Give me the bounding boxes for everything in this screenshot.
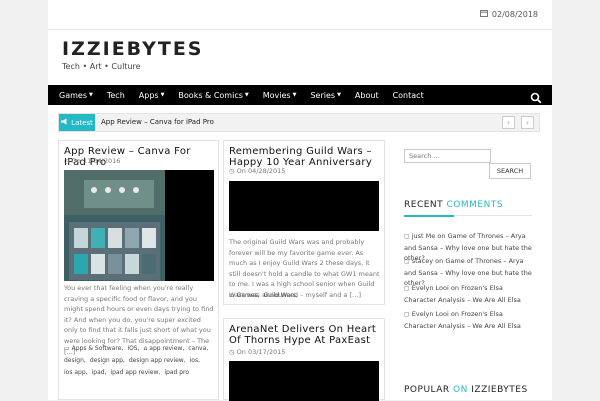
post-thumbnail[interactable] [229,181,379,231]
tag-link[interactable]: design, [64,356,86,365]
tag-link[interactable]: Guild Wars, [264,291,298,300]
post-thumbnail[interactable] [229,361,379,401]
ticker-prev-button[interactable]: ‹ [502,116,515,129]
post-card: App Review – Canva For IPad Pro ◷ On 11/0… [58,140,219,400]
nav-item-movies[interactable]: Movies ▼ [256,85,304,105]
widget-divider [404,215,532,217]
megaphone-icon [61,118,68,127]
post-date: ◷ On 03/17/2015 [229,348,286,356]
comment-item: ▢ Evelyn Looi on Frozen's Elsa Character… [404,284,521,304]
folder-icon: ▭ [64,345,70,352]
tag-link[interactable]: IOS, [127,344,139,353]
tag-link[interactable]: ⌂ app review, [144,344,185,353]
search-input[interactable] [404,149,491,163]
clock-icon: ◷ [64,157,70,165]
nav-item-contact[interactable]: Contact [386,85,431,105]
post-thumbnail[interactable] [64,170,214,281]
recent-comments-title: RECENT COMMENTS [404,200,504,210]
clock-icon: ◷ [229,167,235,175]
post-meta: ▭ Apps & Software, IOS, ⌂ app review, ca… [64,344,216,377]
chevron-down-icon: ▼ [160,92,165,98]
comment-icon: ▢ [404,258,410,265]
comment-icon: ▢ [404,233,410,240]
chevron-down-icon: ▼ [244,92,249,98]
post-card: ArenaNet Delivers On Heart Of Thorns Hyp… [223,318,385,401]
nav-item-games[interactable]: Games ▼ [48,85,100,105]
category-link[interactable]: ▭ Apps & Software, [64,344,123,353]
main-nav: Games ▼ Tech Apps ▼ Books & Comics ▼ Movies… [48,85,552,105]
post-date: ◷ On 04/28/2015 [229,167,286,175]
tag-link[interactable]: canva, [188,344,208,353]
site-tagline: Tech • Art • Culture [62,62,141,71]
tag-link[interactable]: design app, [90,356,125,365]
comment-icon: ▢ [404,285,410,292]
comment-item: ▢ Evelyn Looi on Frozen's Elsa Character… [404,310,521,330]
chevron-down-icon: ▼ [292,92,297,98]
nav-item-about[interactable]: About [348,85,386,105]
post-date: ◷ On 11/04/2016 [64,157,121,165]
nav-item-books-comics[interactable]: Books & Comics ▼ [171,85,255,105]
nav-item-series[interactable]: Series ▼ [303,85,347,105]
post-title[interactable]: ArenaNet Delivers On Heart Of Thorns Hyp… [229,324,383,346]
post-title[interactable]: Remembering Guild Wars – Happy 10 Year A… [229,146,383,168]
latest-badge: Latest [59,114,95,131]
nav-item-tech[interactable]: Tech [100,85,132,105]
ticker-next-button[interactable]: › [521,116,534,129]
search-icon[interactable] [530,89,542,104]
category-link[interactable]: ▭ Games, [229,291,260,300]
date-text: 02/08/2018 [491,9,538,19]
search-button[interactable]: SEARCH [489,163,531,179]
post-card: Remembering Guild Wars – Happy 10 Year A… [223,140,385,305]
header-date: 02/08/2018 [479,9,538,19]
tag-link[interactable]: ipad pro [164,368,189,377]
tag-link[interactable]: ipad app review, [110,368,160,377]
chevron-down-icon: ▼ [337,92,341,98]
clock-icon: ◷ [229,348,235,356]
popular-title: POPULAR ON IZZIEBYTES [404,385,528,395]
page: 02/08/2018 IZZIEBYTES Tech • Art • Cultu… [48,0,552,401]
ticker-headline[interactable]: App Review – Canva for iPad Pro [101,118,214,126]
tag-link[interactable]: ios app, [64,368,88,377]
latest-ticker: Latest App Review – Canva for iPad Pro ‹… [58,113,540,132]
comment-icon: ▢ [404,311,410,318]
top-bar: 02/08/2018 [48,0,552,30]
folder-icon: ▭ [229,292,235,299]
tag-link[interactable]: design app review, [129,356,186,365]
nav-item-apps[interactable]: Apps ▼ [132,85,172,105]
tag-link[interactable]: ipad, [92,368,107,377]
calendar-icon [479,9,488,19]
site-title[interactable]: IZZIEBYTES [62,38,204,60]
chevron-down-icon: ▼ [88,92,93,98]
tag-link[interactable]: ios, [190,356,200,365]
tag-icon: ⌂ [143,345,148,352]
post-meta: ▭ Games, Guild Wars, [229,291,381,300]
